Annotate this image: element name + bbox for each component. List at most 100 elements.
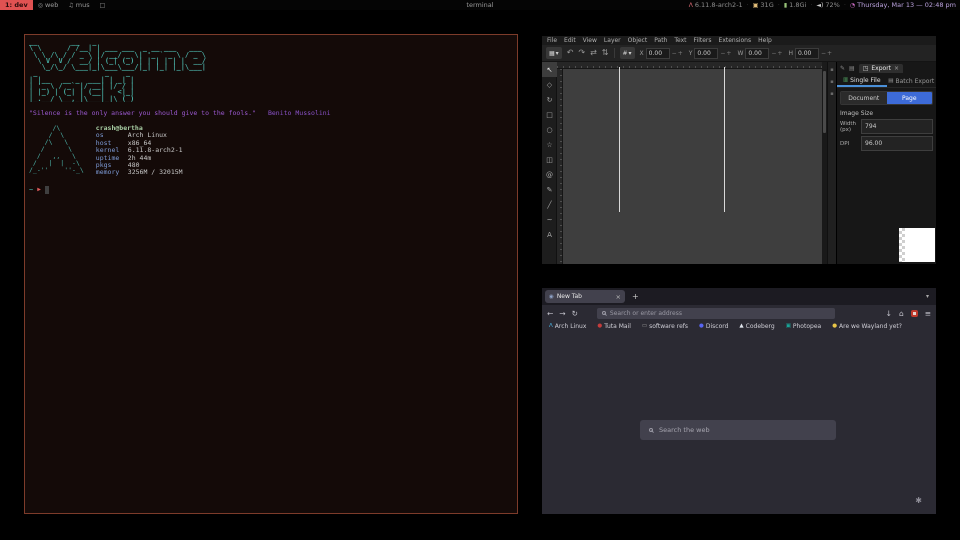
calligraphy-tool[interactable]: ~ — [542, 212, 557, 227]
rectangle-tool[interactable]: □ — [542, 107, 557, 122]
canvas[interactable] — [563, 69, 822, 264]
terminal-window[interactable]: __ __ _ \ \ / /__| | ___ ___ _ __ ___ __… — [24, 34, 518, 514]
bookmark-tuta-mail[interactable]: ● Tuta Mail — [597, 323, 631, 330]
h-field: H 0.00 −+ — [788, 48, 833, 59]
pencil-tool[interactable]: ✎ — [542, 182, 557, 197]
select-mode-button[interactable]: ▦ ▾ — [546, 47, 562, 59]
page-button[interactable]: Page — [887, 92, 933, 104]
globe-favicon-icon: ◉ — [549, 294, 554, 300]
menu-object[interactable]: Object — [628, 37, 648, 44]
quote-author: Benito Mussolini — [268, 109, 331, 117]
clock-icon: ◔ — [850, 2, 855, 9]
bookmark-folder-software-refs[interactable]: ▭ software refs — [642, 323, 688, 330]
disk-status: ▣ 31G — [753, 1, 774, 9]
bookmark-arch-linux[interactable]: Λ Arch Linux — [549, 323, 586, 330]
new-tab-button[interactable]: + — [632, 292, 639, 301]
close-tab-icon[interactable]: × — [616, 293, 621, 301]
stepper-buttons[interactable]: −+ — [821, 50, 833, 57]
width-input[interactable]: 794 — [861, 119, 933, 134]
rotate-cw-icon[interactable]: ↷ — [578, 49, 585, 57]
flip-horizontal-icon[interactable]: ⇄ — [590, 49, 597, 57]
document-button[interactable]: Document — [841, 92, 887, 104]
edit-icon[interactable]: ✎ — [840, 65, 845, 72]
shape-builder-tool[interactable]: ↻ — [542, 92, 557, 107]
menu-filters[interactable]: Filters — [694, 37, 712, 44]
export-mode-tabs: ▥ Single File ▤ Batch Export — [837, 75, 936, 88]
photopea-icon: ▣ — [786, 323, 791, 329]
stepper-buttons[interactable]: −+ — [771, 50, 783, 57]
back-button[interactable]: ← — [547, 309, 553, 318]
menu-view[interactable]: View — [583, 37, 597, 44]
browser-tab[interactable]: ◉ New Tab × — [545, 290, 625, 303]
home-icon[interactable]: ⌂ — [899, 309, 904, 318]
h-input[interactable]: 0.00 — [795, 48, 819, 59]
workspace-music[interactable]: ♫ mus — [63, 0, 94, 10]
snap-icon: # — [623, 50, 628, 57]
dpi-label: DPI — [840, 141, 859, 147]
layers-icon[interactable]: ▤ — [849, 65, 855, 72]
memory-icon: ▮ — [784, 2, 787, 9]
shell-prompt[interactable]: ~ ▶ — [29, 186, 513, 194]
download-icon[interactable]: ↓ — [886, 309, 892, 318]
list-tabs-icon[interactable]: ▾ — [926, 293, 929, 300]
browser-window[interactable]: ◉ New Tab × + ▾ ← → ↻ Search or enter ad… — [542, 288, 936, 514]
stepper-buttons[interactable]: −+ — [720, 50, 732, 57]
snap-option-icon[interactable]: ▪ — [830, 79, 833, 85]
navigation-bar: ← → ↻ Search or enter address ↓ ⌂ ≡ — [542, 305, 936, 321]
flip-vertical-icon[interactable]: ⇅ — [602, 49, 609, 57]
menu-icon[interactable]: ≡ — [925, 309, 931, 318]
menu-text[interactable]: Text — [674, 37, 686, 44]
menu-file[interactable]: File — [547, 37, 557, 44]
bookmark-are-we-wayland-yet[interactable]: ● Are we Wayland yet? — [832, 323, 902, 330]
kernel-status: Λ 6.11.8-arch2-1 — [689, 1, 743, 9]
box-tool[interactable]: ◫ — [542, 152, 557, 167]
bookmark-discord[interactable]: ● Discord — [699, 323, 728, 330]
address-bar[interactable]: Search or enter address — [597, 308, 835, 319]
spiral-tool[interactable]: @ — [542, 167, 557, 182]
single-file-icon: ▥ — [843, 77, 848, 83]
rotate-ccw-icon[interactable]: ↶ — [567, 49, 574, 57]
batch-export-tab[interactable]: ▤ Batch Export — [887, 75, 937, 87]
reload-button[interactable]: ↻ — [572, 309, 578, 318]
snap-button[interactable]: # ▾ — [620, 47, 635, 59]
export-tab[interactable]: ◳ Export × — [859, 64, 903, 73]
snap-option-icon[interactable]: ▪ — [830, 67, 833, 73]
arch-ascii-logo: /\ / \ /\ \ / \ / ,, \ / | | -\ /_-'' ''… — [29, 125, 84, 177]
bookmark-codeberg[interactable]: ▲ Codeberg — [739, 323, 774, 330]
workspace-dev[interactable]: 1: dev — [0, 0, 33, 10]
extension-icon[interactable] — [911, 310, 918, 317]
volume-value: 72% — [825, 1, 839, 9]
close-icon[interactable]: × — [894, 65, 899, 72]
scrollbar-thumb[interactable] — [823, 71, 826, 133]
pen-tool[interactable]: ╱ — [542, 197, 557, 212]
selector-tool[interactable]: ↖ — [542, 62, 557, 77]
workspace-web[interactable]: ◎ web — [33, 0, 64, 10]
toolbar-separator — [614, 48, 615, 58]
menu-help[interactable]: Help — [758, 37, 772, 44]
y-input[interactable]: 0.00 — [694, 48, 718, 59]
x-input[interactable]: 0.00 — [646, 48, 670, 59]
menu-edit[interactable]: Edit — [564, 37, 576, 44]
w-input[interactable]: 0.00 — [745, 48, 769, 59]
image-size-label: Image Size — [840, 110, 933, 117]
workspace-empty[interactable]: □ — [95, 0, 111, 10]
workspace-label: web — [45, 1, 58, 9]
menu-extensions[interactable]: Extensions — [719, 37, 752, 44]
single-file-tab[interactable]: ▥ Single File — [837, 75, 887, 87]
menu-layer[interactable]: Layer — [604, 37, 621, 44]
ellipse-tool[interactable]: ○ — [542, 122, 557, 137]
export-preview-page — [905, 228, 935, 262]
menu-path[interactable]: Path — [654, 37, 667, 44]
text-tool[interactable]: A — [542, 227, 557, 242]
forward-button[interactable]: → — [559, 309, 565, 318]
web-search-input[interactable]: Search the web — [640, 420, 836, 440]
stepper-buttons[interactable]: −+ — [672, 50, 684, 57]
inkscape-window[interactable]: File Edit View Layer Object Path Text Fi… — [542, 36, 936, 264]
star-tool[interactable]: ☆ — [542, 137, 557, 152]
snap-option-icon[interactable]: ▪ — [830, 91, 833, 97]
settings-gear-icon[interactable]: ✱ — [915, 496, 922, 505]
node-tool[interactable]: ◇ — [542, 77, 557, 92]
speaker-icon: ◄) — [816, 2, 823, 9]
bookmark-photopea[interactable]: ▣ Photopea — [786, 323, 822, 330]
dpi-input[interactable]: 96.00 — [861, 136, 933, 151]
